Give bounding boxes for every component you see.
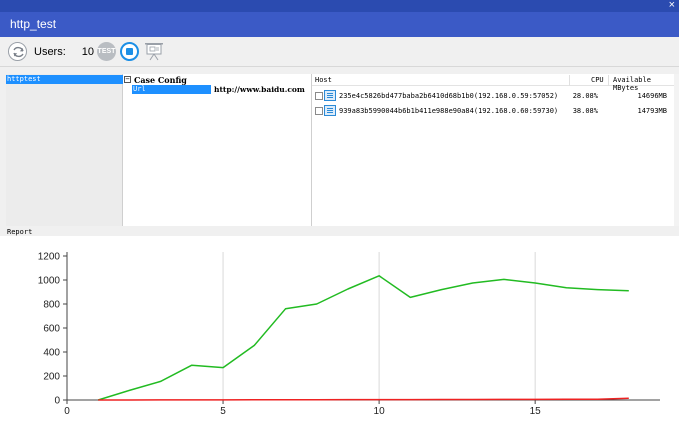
y-tick-label: 1200 [38, 252, 61, 263]
hosts-scrollbar[interactable] [674, 74, 679, 226]
y-tick-label: 0 [54, 396, 60, 407]
stop-icon [126, 48, 133, 55]
config-key-url[interactable]: Url [132, 85, 211, 94]
x-tick-label: 5 [220, 406, 226, 417]
x-tick-label: 0 [64, 406, 70, 417]
y-tick-label: 800 [43, 300, 60, 311]
stop-button[interactable] [120, 42, 139, 61]
title-bar: http_test [0, 12, 679, 37]
server-icon [324, 90, 336, 101]
window-title: http_test [10, 17, 57, 31]
collapse-toggle-icon[interactable]: − [124, 76, 131, 83]
host-checkbox[interactable] [315, 92, 323, 100]
presentation-icon[interactable] [144, 41, 164, 62]
config-value-url[interactable]: http://www.baidu.com [214, 85, 305, 94]
close-icon[interactable]: × [669, 0, 675, 11]
host-row[interactable]: 235e4c5826bd477baba2b6410d68b1b0(192.168… [312, 89, 674, 102]
column-header-host[interactable]: Host [315, 76, 332, 84]
tree-item-httptest[interactable]: httptest [6, 75, 123, 84]
x-tick-label: 15 [530, 406, 542, 417]
host-cpu: 28.08% [572, 92, 598, 100]
host-name: 939a83b5990044b6b1b411e988e90a84(192.168… [339, 107, 559, 115]
test-button[interactable]: TEST [97, 42, 116, 61]
report-line-chart: 0 200 400 600 800 1000 1200 0 5 10 15 [38, 252, 660, 417]
test-case-tree: httptest [6, 74, 123, 226]
case-config-panel: − Case Config Url http://www.baidu.com [123, 74, 312, 226]
host-row[interactable]: 939a83b5990044b6b1b411e988e90a84(192.168… [312, 104, 674, 117]
host-memory: 14793MB [637, 107, 667, 115]
x-tick-label: 10 [374, 406, 386, 417]
refresh-icon[interactable] [8, 42, 27, 61]
toolbar: Users: TEST [0, 37, 679, 67]
hosts-panel: Host CPU Available MBytes 235e4c5826bd47… [312, 74, 679, 226]
host-memory: 14696MB [637, 92, 667, 100]
host-checkbox[interactable] [315, 107, 323, 115]
y-tick-label: 200 [43, 372, 60, 383]
y-tick-label: 400 [43, 348, 60, 359]
server-icon [324, 105, 336, 116]
column-header-cpu[interactable]: CPU [591, 76, 604, 84]
series-line-2 [98, 397, 629, 401]
window-top-strip: × [0, 0, 679, 12]
report-label: Report [7, 228, 33, 236]
series-line-1 [97, 275, 629, 401]
hosts-table-header: Host CPU Available MBytes [312, 75, 674, 92]
host-cpu: 38.08% [572, 107, 598, 115]
report-panel: 0 200 400 600 800 1000 1200 0 5 10 15 [0, 236, 679, 421]
y-tick-label: 1000 [38, 276, 61, 287]
y-tick-label: 600 [43, 324, 60, 335]
users-input[interactable] [58, 44, 96, 60]
host-name: 235e4c5826bd477baba2b6410d68b1b0(192.168… [339, 92, 559, 100]
case-config-title: Case Config [134, 75, 187, 85]
